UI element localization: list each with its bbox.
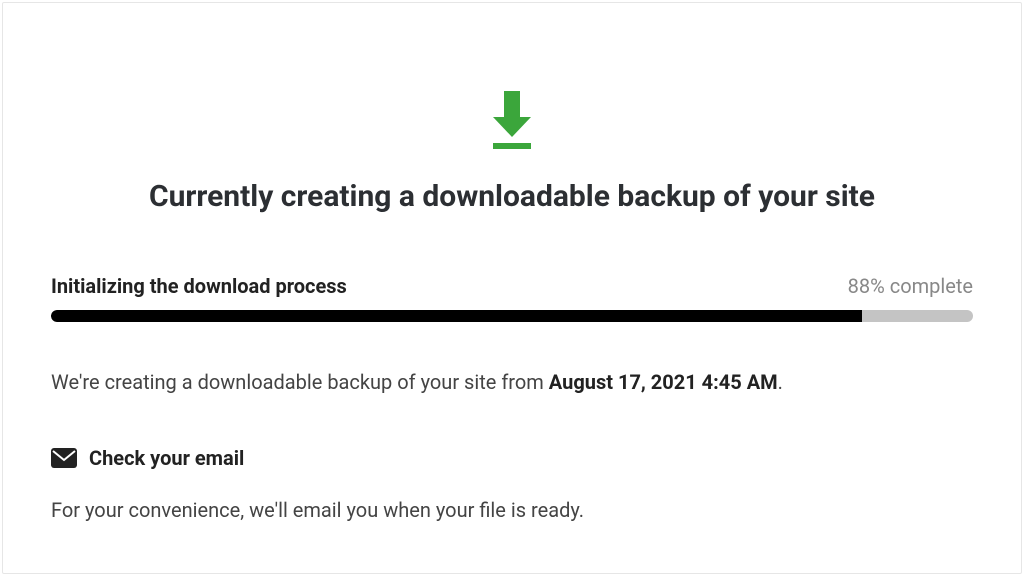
progress-percent-label: 88% complete bbox=[848, 274, 973, 298]
page-title: Currently creating a downloadable backup… bbox=[51, 179, 973, 214]
backup-description: We're creating a downloadable backup of … bbox=[51, 370, 973, 394]
progress-bar bbox=[51, 310, 973, 322]
progress-header: Initializing the download process 88% co… bbox=[51, 274, 973, 298]
email-heading-row: Check your email bbox=[51, 446, 973, 470]
download-icon bbox=[487, 91, 537, 151]
backup-timestamp: August 17, 2021 4:45 AM bbox=[549, 370, 778, 394]
mail-icon bbox=[51, 448, 77, 468]
progress-bar-fill bbox=[51, 310, 862, 322]
backup-description-suffix: . bbox=[778, 370, 783, 394]
progress-status-label: Initializing the download process bbox=[51, 274, 347, 298]
download-icon-wrap bbox=[51, 91, 973, 151]
backup-description-prefix: We're creating a downloadable backup of … bbox=[51, 370, 549, 394]
email-note: For your convenience, we'll email you wh… bbox=[51, 498, 973, 522]
backup-progress-card: Currently creating a downloadable backup… bbox=[2, 2, 1022, 574]
email-heading: Check your email bbox=[89, 446, 244, 470]
